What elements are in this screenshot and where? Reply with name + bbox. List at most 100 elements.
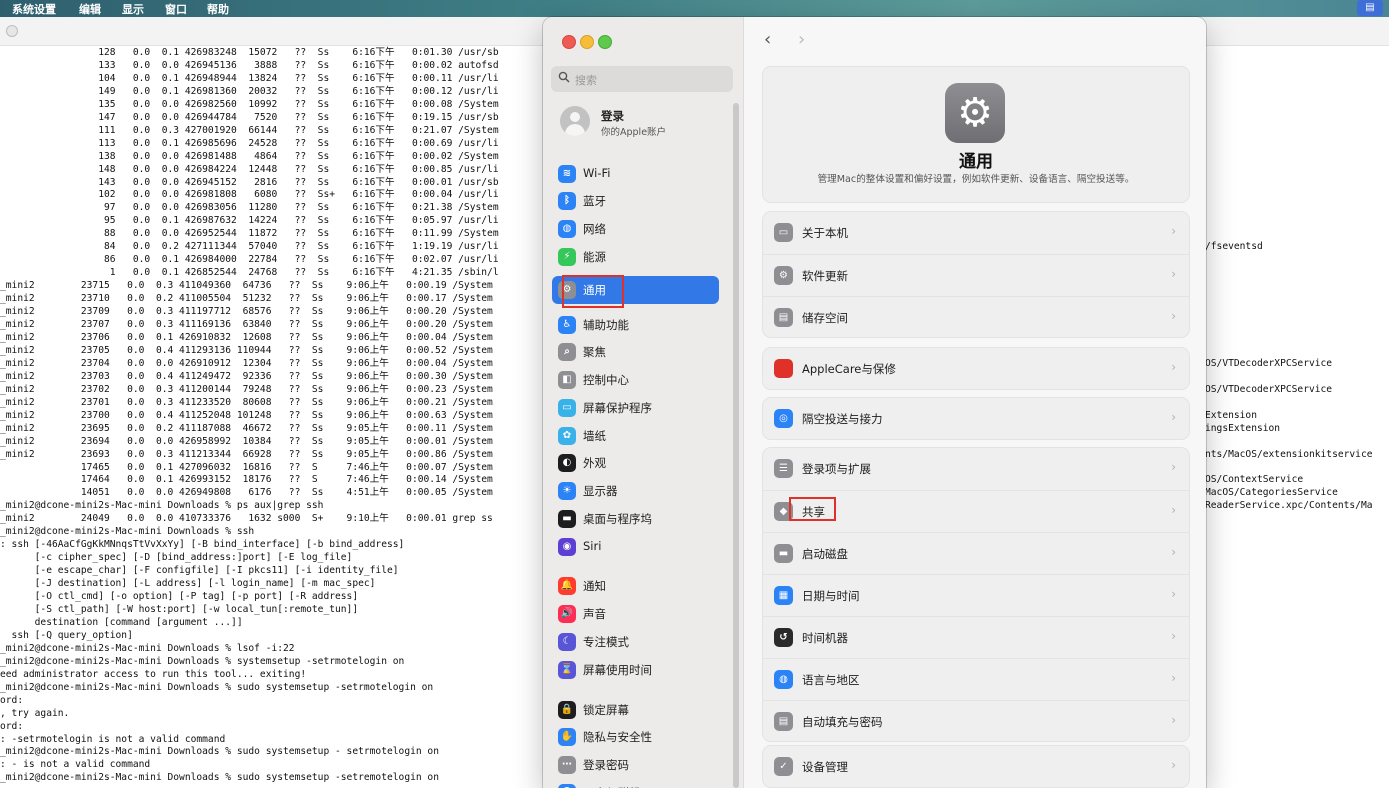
menu-edit[interactable]: 编辑: [79, 1, 101, 17]
settings-group: ◎ 隔空投送与接力 ›: [762, 397, 1190, 440]
sidebar-item[interactable]: 🔊 声音: [552, 602, 718, 626]
window-close-button[interactable]: [6, 25, 18, 37]
sidebar-item[interactable]: ◉ Siri: [552, 535, 718, 559]
sidebar-item[interactable]: ✋ 隐私与安全性: [552, 725, 718, 749]
settings-row[interactable]: ◍ 语言与地区 ›: [763, 658, 1189, 700]
sidebar-item[interactable]: 🔔 通知: [552, 574, 718, 598]
appearance-icon: ◐: [558, 454, 576, 472]
notifications-icon: 🔔: [558, 577, 576, 595]
settings-row-label: 时间机器: [802, 631, 848, 645]
settings-row-label: 语言与地区: [802, 673, 860, 687]
highlight-box-general: [562, 275, 624, 308]
settings-row-label: 储存空间: [802, 311, 848, 325]
sidebar-item[interactable]: ▭ 屏幕保护程序: [552, 396, 718, 420]
battery-icon: ⚡: [558, 248, 576, 266]
storage-icon: ▤: [774, 308, 793, 327]
sidebar-item[interactable]: ♿ 辅助功能: [552, 313, 718, 337]
device-management-icon: ✓: [774, 757, 793, 776]
sidebar-item[interactable]: ✿ 墙纸: [552, 424, 718, 448]
minimize-button[interactable]: [580, 35, 594, 49]
airdrop-icon: ◎: [774, 409, 793, 428]
chevron-right-icon: ›: [1171, 410, 1176, 424]
zoom-button[interactable]: [598, 35, 612, 49]
settings-row[interactable]: ▦ 日期与时间 ›: [763, 574, 1189, 616]
sidebar-item[interactable]: ⌛ 屏幕使用时间: [552, 658, 718, 682]
sidebar-item[interactable]: ≋ Wi-Fi: [552, 162, 718, 186]
settings-row[interactable]: ▤ 自动填充与密码 ›: [763, 700, 1189, 742]
screen-time-icon: ⌛: [558, 661, 576, 679]
sidebar-item[interactable]: ⚡ 能源: [552, 245, 718, 269]
sidebar-item[interactable]: ⌕ 聚焦: [552, 340, 718, 364]
apple-account-item[interactable]: 登录 你的Apple账户: [551, 105, 736, 145]
sidebar-scrollbar[interactable]: [733, 103, 739, 788]
menu-system-settings[interactable]: 系统设置: [12, 1, 56, 17]
search-icon: [558, 71, 570, 86]
search-placeholder: 搜索: [575, 74, 597, 87]
display-status-icon[interactable]: ▤: [1357, 0, 1383, 16]
settings-row[interactable]: ✓ 设备管理 ›: [763, 746, 1189, 787]
settings-row[interactable]: ☰ 登录项与扩展 ›: [763, 448, 1189, 489]
sound-icon: 🔊: [558, 605, 576, 623]
sidebar-item-label: 通知: [583, 579, 606, 593]
sidebar-item[interactable]: ◐ 外观: [552, 451, 718, 475]
network-icon: ◍: [558, 220, 576, 238]
settings-row[interactable]: ▬ 启动磁盘 ›: [763, 532, 1189, 574]
close-button[interactable]: [562, 35, 576, 49]
sidebar-item[interactable]: ◍ 网络: [552, 217, 718, 241]
menu-window[interactable]: 窗口: [165, 1, 187, 17]
sidebar-item[interactable]: ☾ 专注模式: [552, 630, 718, 654]
sidebar-item[interactable]: ᛒ 蓝牙: [552, 189, 718, 213]
sidebar-item-label: 能源: [583, 250, 606, 264]
display-icon: ☀: [558, 482, 576, 500]
about-icon: ▭: [774, 223, 793, 242]
siri-icon: ◉: [558, 538, 576, 556]
software-update-icon: ⚙: [774, 266, 793, 285]
menu-help[interactable]: 帮助: [207, 1, 229, 17]
avatar: [560, 106, 590, 136]
sidebar-item[interactable]: ☻用户与群组: [552, 781, 718, 788]
sidebar-item-label: 蓝牙: [583, 194, 606, 208]
sidebar-item-label: Wi-Fi: [583, 166, 611, 180]
settings-group: ▭ 关于本机 › ⚙ 软件更新 › ▤ 储存空间 ›: [762, 211, 1190, 338]
sidebar-item[interactable]: ◧ 控制中心: [552, 368, 718, 392]
dock-icon: ▬: [558, 510, 576, 528]
sidebar-item-label: 桌面与程序坞: [583, 512, 652, 526]
sidebar-item[interactable]: ⋯ 登录密码: [552, 753, 718, 777]
settings-row[interactable]: ↺ 时间机器 ›: [763, 616, 1189, 658]
settings-row-label: 设备管理: [802, 760, 848, 774]
wifi-icon: ≋: [558, 165, 576, 183]
search-field[interactable]: 搜索: [551, 66, 733, 92]
sidebar-item[interactable]: 🔒 锁定屏幕: [552, 698, 718, 722]
sidebar-item-label: 专注模式: [583, 635, 629, 649]
settings-row-label: 隔空投送与接力: [802, 412, 883, 426]
chevron-right-icon: ›: [1171, 460, 1176, 474]
sidebar-item-label: 外观: [583, 456, 606, 470]
settings-row[interactable]: ◎ 隔空投送与接力 ›: [763, 398, 1189, 439]
sidebar-item-label: 声音: [583, 607, 606, 621]
settings-row-label: 软件更新: [802, 269, 848, 283]
users-icon: ☻: [558, 784, 576, 788]
general-header: ⚙ 通用 管理Mac的整体设置和偏好设置，例如软件更新、设备语言、隔空投送等。: [762, 66, 1190, 203]
sidebar-item[interactable]: ☀ 显示器: [552, 479, 718, 503]
applecare-icon: [774, 359, 793, 378]
settings-row[interactable]: ▭ 关于本机 ›: [763, 212, 1189, 253]
lock-icon: 🔒: [558, 701, 576, 719]
control-center-icon: ◧: [558, 371, 576, 389]
page-description: 管理Mac的整体设置和偏好设置，例如软件更新、设备语言、隔空投送等。: [817, 174, 1135, 185]
privacy-icon: ✋: [558, 728, 576, 746]
terminal-output[interactable]: 128 0.0 0.1 426983248 15072 ?? Ss 6:16下午…: [0, 47, 499, 785]
settings-row[interactable]: ▤ 储存空间 ›: [763, 296, 1189, 338]
sidebar: 搜索 登录 你的Apple账户 ≋ Wi-Fi ᛒ 蓝牙 ◍ 网络 ⚡ 能源 ⚙ 通用 ♿ 辅助功能 ⌕…: [543, 17, 744, 788]
settings-row-label: 关于本机: [802, 226, 848, 240]
back-button[interactable]: ‹: [764, 29, 771, 50]
sidebar-item[interactable]: ▬ 桌面与程序坞: [552, 507, 718, 531]
chevron-right-icon: ›: [1171, 503, 1176, 517]
settings-row-label: 启动磁盘: [802, 547, 848, 561]
settings-row[interactable]: ⚙ 软件更新 ›: [763, 254, 1189, 296]
page-title: 通用: [959, 152, 993, 172]
forward-button[interactable]: ›: [798, 29, 805, 50]
chevron-right-icon: ›: [1171, 758, 1176, 772]
settings-row[interactable]: AppleCare与保修 ›: [763, 348, 1189, 389]
menu-view[interactable]: 显示: [122, 1, 144, 17]
terminal-output-overflow: /fseventsd OS/VTDecoderXPCService OS/VTD…: [1205, 241, 1373, 512]
